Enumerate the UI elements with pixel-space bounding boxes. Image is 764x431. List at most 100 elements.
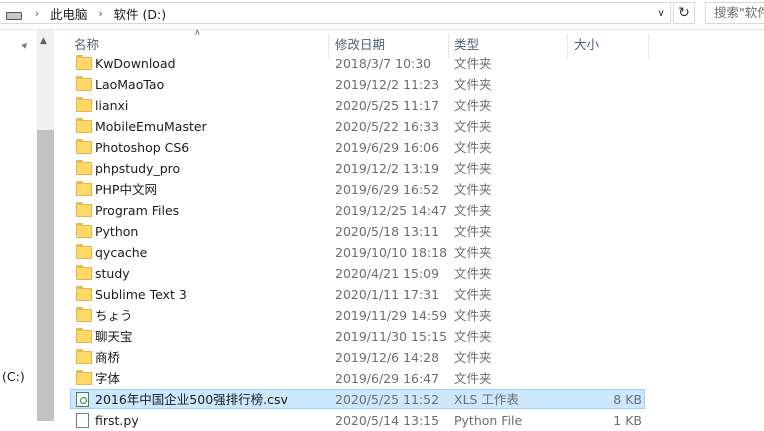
file-name: lianxi (95, 98, 129, 113)
address-bar[interactable]: › 此电脑 › 软件 (D:) ∨ (0, 2, 671, 24)
folder-icon (76, 349, 92, 364)
file-type: 文件夹 (454, 329, 492, 344)
file-row[interactable]: lianxi 2020/5/25 11:17 文件夹 (54, 95, 764, 116)
file-date: 2019/6/29 16:47 (335, 371, 440, 386)
file-row[interactable]: 聊天宝 2019/11/30 15:15 文件夹 (54, 326, 764, 347)
file-row[interactable]: MobileEmuMaster 2020/5/22 16:33 文件夹 (54, 116, 764, 137)
folder-icon (76, 370, 92, 385)
search-input[interactable]: 搜索"软件 (705, 2, 764, 24)
refresh-icon[interactable]: ↻ (673, 2, 695, 24)
file-row[interactable]: LaoMaoTao 2019/12/2 11:23 文件夹 (54, 74, 764, 95)
file-name: Program Files (95, 203, 180, 218)
file-type: 文件夹 (454, 266, 492, 281)
file-type: 文件夹 (454, 287, 492, 302)
chevron-right-icon[interactable]: › (94, 7, 108, 20)
file-row[interactable]: Sublime Text 3 2020/1/11 17:31 文件夹 (54, 284, 764, 305)
nav-scrollbar-thumb[interactable] (37, 130, 54, 421)
file-name: Photoshop CS6 (95, 140, 190, 155)
file-row[interactable]: Photoshop CS6 2019/6/29 16:06 文件夹 (54, 137, 764, 158)
folder-icon (76, 181, 92, 196)
file-type: 文件夹 (454, 350, 492, 365)
file-type: 文件夹 (454, 98, 492, 113)
file-date: 2020/4/21 15:09 (335, 266, 440, 281)
sort-ascending-icon: ∧ (194, 28, 201, 38)
file-date: 2019/12/25 14:47 (335, 203, 448, 218)
file-type: 文件夹 (454, 182, 492, 197)
file-type: 文件夹 (454, 245, 492, 260)
folder-icon (76, 97, 92, 112)
file-name: MobileEmuMaster (95, 119, 207, 134)
file-row[interactable]: ちょう 2019/11/29 14:59 文件夹 (54, 305, 764, 326)
file-list: KwDownload 2018/3/7 10:30 文件夹 LaoMaoTao 2019… (54, 53, 764, 431)
file-name: 字体 (95, 371, 121, 386)
chevron-down-icon[interactable]: ∨ (652, 3, 670, 23)
file-row[interactable]: PHP中文网 2019/6/29 16:52 文件夹 (54, 179, 764, 200)
folder-icon (76, 76, 92, 91)
spreadsheet-file-icon (76, 392, 89, 407)
folder-icon (76, 160, 92, 175)
file-date: 2020/5/25 11:52 (335, 392, 440, 407)
file-type: XLS 工作表 (454, 392, 519, 407)
file-name: Python (95, 224, 139, 239)
file-type: 文件夹 (454, 308, 492, 323)
file-type: 文件夹 (454, 161, 492, 176)
folder-icon (76, 307, 92, 322)
file-row[interactable]: 2016年中国企业500强排行榜.csv 2020/5/25 11:52 XLS 工… (54, 389, 764, 410)
file-row[interactable]: 字体 2019/6/29 16:47 文件夹 (54, 368, 764, 389)
nav-item-drive-c[interactable]: (C:) (2, 369, 25, 384)
file-date: 2019/6/29 16:06 (335, 140, 440, 155)
file-type: 文件夹 (454, 203, 492, 218)
folder-icon (76, 118, 92, 133)
chevron-right-icon[interactable]: › (30, 7, 44, 20)
file-row[interactable]: KwDownload 2018/3/7 10:30 文件夹 (54, 53, 764, 74)
file-name: LaoMaoTao (95, 77, 165, 92)
file-type: 文件夹 (454, 371, 492, 386)
file-name: ちょう (95, 308, 133, 323)
toolbar: › 此电脑 › 软件 (D:) ∨ ↻ 搜索"软件 (0, 0, 764, 30)
file-date: 2019/12/2 11:23 (335, 77, 440, 92)
folder-icon (76, 202, 92, 217)
file-date: 2019/11/29 14:59 (335, 308, 448, 323)
folder-icon (76, 328, 92, 343)
file-date: 2019/6/29 16:52 (335, 182, 440, 197)
file-date: 2020/5/25 11:17 (335, 98, 440, 113)
file-row[interactable]: qycache 2019/10/10 18:18 文件夹 (54, 242, 764, 263)
file-date: 2020/5/18 13:11 (335, 224, 440, 239)
folder-icon (76, 244, 92, 259)
file-row[interactable]: Python 2020/5/18 13:11 文件夹 (54, 221, 764, 242)
file-name: 聊天宝 (95, 329, 133, 344)
drive-icon (6, 12, 22, 20)
file-type: 文件夹 (454, 140, 492, 155)
breadcrumb-this-pc[interactable]: 此电脑 (44, 4, 94, 23)
file-row[interactable]: phpstudy_pro 2019/12/2 13:19 文件夹 (54, 158, 764, 179)
file-date: 2018/3/7 10:30 (335, 56, 432, 71)
file-type: 文件夹 (454, 119, 492, 134)
file-name: PHP中文网 (95, 182, 157, 197)
file-row[interactable]: study 2020/4/21 15:09 文件夹 (54, 263, 764, 284)
file-type: 文件夹 (454, 77, 492, 92)
folder-icon (76, 286, 92, 301)
file-size: 8 KB (613, 392, 642, 407)
file-name: qycache (95, 245, 148, 260)
file-name: KwDownload (95, 56, 176, 71)
file-row[interactable]: 商桥 2019/12/6 14:28 文件夹 (54, 347, 764, 368)
folder-icon (76, 139, 92, 154)
file-type: 文件夹 (454, 224, 492, 239)
file-type: 文件夹 (454, 56, 492, 71)
file-date: 2019/11/30 15:15 (335, 329, 448, 344)
folder-icon (76, 55, 92, 70)
file-date: 2019/12/6 14:28 (335, 350, 440, 365)
file-date: 2019/12/2 13:19 (335, 161, 440, 176)
pin-icon[interactable]: ▸ (18, 38, 31, 51)
file-row[interactable]: Program Files 2019/12/25 14:47 文件夹 (54, 200, 764, 221)
file-date: 2020/5/22 16:33 (335, 119, 440, 134)
breadcrumb-drive-d[interactable]: 软件 (D:) (108, 4, 173, 23)
scroll-up-icon[interactable]: ▲ (40, 36, 47, 46)
file-name: 2016年中国企业500强排行榜.csv (95, 392, 288, 407)
file-name: Sublime Text 3 (95, 287, 187, 302)
file-name: phpstudy_pro (95, 161, 181, 176)
file-name: 商桥 (95, 350, 121, 365)
folder-icon (76, 265, 92, 280)
file-name: study (95, 266, 130, 281)
folder-icon (76, 223, 92, 238)
